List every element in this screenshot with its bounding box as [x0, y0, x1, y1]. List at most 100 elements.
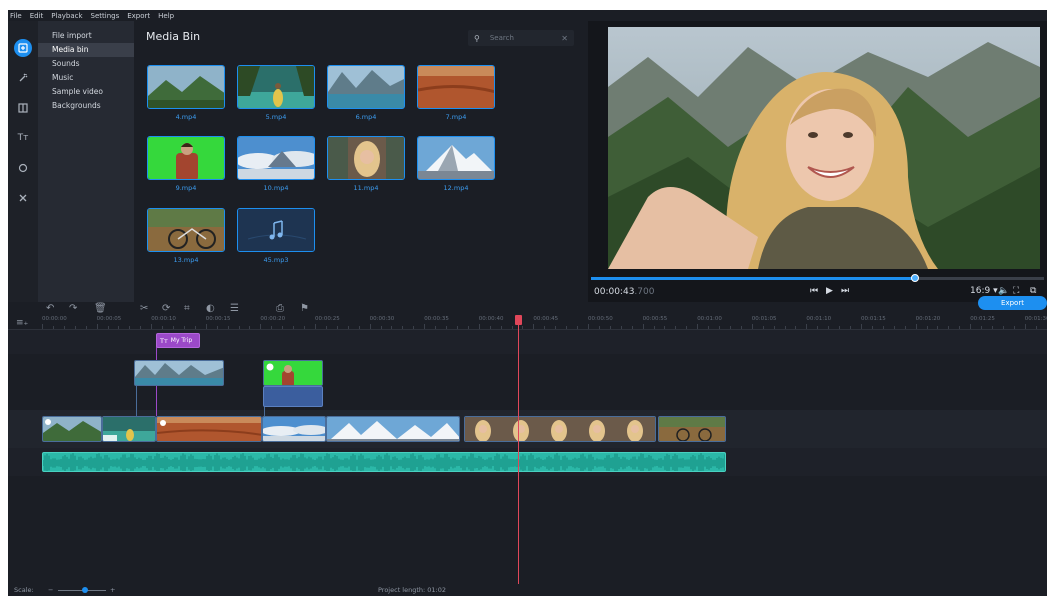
- overlay-clip-9[interactable]: [263, 360, 323, 386]
- tools-icon[interactable]: [14, 189, 32, 207]
- ruler-tick-label: 00:00:50: [588, 316, 613, 322]
- category-media-bin[interactable]: Media bin: [38, 43, 134, 57]
- main-clip-7[interactable]: [156, 416, 262, 442]
- ruler-tick: [970, 324, 972, 329]
- ruler-tick-label: 00:01:00: [697, 316, 722, 322]
- record-icon[interactable]: ⎙: [276, 303, 284, 314]
- undo-icon[interactable]: ↶: [46, 303, 54, 314]
- main-clip-13[interactable]: [658, 416, 726, 442]
- clip-properties-icon[interactable]: ☰: [230, 303, 239, 314]
- main-clip-12[interactable]: [326, 416, 460, 442]
- delete-icon[interactable]: 🗑: [94, 303, 107, 314]
- scale-slider-knob[interactable]: [82, 587, 88, 593]
- media-thumb-6[interactable]: [327, 65, 405, 109]
- prev-frame-icon[interactable]: ⏮: [810, 286, 818, 296]
- ruler-tick-label: 00:00:45: [533, 316, 559, 322]
- media-thumb-13[interactable]: [147, 208, 225, 252]
- ruler-tick: [151, 324, 153, 329]
- next-frame-icon[interactable]: ⏭: [841, 286, 849, 296]
- category-file-import[interactable]: File import: [38, 29, 134, 43]
- menu-playback[interactable]: Playback: [51, 12, 82, 20]
- status-bar: Scale: − + Project length: 01:02: [8, 584, 1047, 596]
- ruler-tick: [795, 326, 797, 329]
- ruler-tick: [893, 326, 895, 329]
- ruler-tick: [751, 324, 753, 329]
- volume-icon[interactable]: 🔈: [998, 286, 1009, 296]
- menu-edit[interactable]: Edit: [30, 12, 44, 20]
- ruler-tick-label: 00:00:10: [151, 316, 176, 322]
- ruler-tick: [205, 324, 207, 329]
- main-clip-5[interactable]: [102, 416, 156, 442]
- media-thumb-4[interactable]: [147, 65, 225, 109]
- ruler-tick: [762, 326, 764, 329]
- menu-help[interactable]: Help: [158, 12, 174, 20]
- category-music[interactable]: Music: [38, 71, 134, 85]
- fullscreen-icon[interactable]: ⛶: [1013, 286, 1019, 296]
- category-sample-video[interactable]: Sample video: [38, 85, 134, 99]
- media-thumb-5[interactable]: [237, 65, 315, 109]
- media-thumb-7[interactable]: [417, 65, 495, 109]
- title-clip[interactable]: Tт My Trip: [156, 333, 200, 348]
- seek-bar[interactable]: [591, 274, 1044, 282]
- overlay-clip-6[interactable]: [134, 360, 224, 386]
- menu-file[interactable]: File: [10, 12, 22, 20]
- ruler-tick-label: 00:00:30: [369, 316, 395, 322]
- play-icon[interactable]: ▶: [826, 286, 833, 296]
- redo-icon[interactable]: ↷: [69, 303, 77, 314]
- media-bin-title: Media Bin: [146, 30, 201, 43]
- menu-bar: File Edit Playback Settings Export Help: [8, 10, 1047, 21]
- ruler-tick: [959, 326, 961, 329]
- media-thumb-45-audio[interactable]: [237, 208, 315, 252]
- clear-search-icon[interactable]: ✕: [561, 34, 568, 43]
- ruler-tick: [347, 326, 349, 329]
- main-clip-4[interactable]: [42, 416, 102, 442]
- cut-icon[interactable]: ✂: [140, 303, 148, 314]
- preview-video[interactable]: [608, 27, 1040, 269]
- main-clip-10[interactable]: [262, 416, 326, 442]
- rotate-icon[interactable]: ⟳: [162, 303, 170, 314]
- crop-icon[interactable]: ⌗: [184, 303, 190, 314]
- media-label: 7.mp4: [445, 113, 467, 121]
- color-adjust-icon[interactable]: ◐: [206, 303, 215, 314]
- tool-rail: Tт: [8, 21, 38, 302]
- ruler-tick: [85, 326, 87, 329]
- category-list: File import Media bin Sounds Music Sampl…: [38, 21, 134, 302]
- filters-icon[interactable]: [14, 159, 32, 177]
- transition-icon[interactable]: [14, 99, 32, 117]
- main-clip-11[interactable]: [464, 416, 656, 442]
- ruler-tick: [1024, 324, 1026, 329]
- search-input[interactable]: ⚲ Search ✕: [468, 30, 574, 46]
- text-icon[interactable]: Tт: [14, 129, 32, 147]
- media-thumb-9[interactable]: [147, 136, 225, 180]
- zoom-in-icon[interactable]: +: [110, 586, 115, 594]
- media-thumb-10[interactable]: [237, 136, 315, 180]
- media-label: 11.mp4: [353, 184, 379, 192]
- menu-settings[interactable]: Settings: [91, 12, 120, 20]
- marker-icon[interactable]: ⚑: [300, 303, 309, 314]
- detach-icon[interactable]: ⧉: [1030, 286, 1036, 296]
- ruler-tick: [828, 326, 830, 329]
- import-icon[interactable]: [14, 39, 32, 57]
- export-button[interactable]: Export: [978, 296, 1047, 310]
- overlay-clip-extension[interactable]: [263, 386, 323, 407]
- ruler-tick: [42, 324, 43, 329]
- ruler-tick: [293, 326, 295, 329]
- magic-wand-icon[interactable]: [14, 69, 32, 87]
- zoom-out-icon[interactable]: −: [48, 586, 53, 594]
- add-track-icon[interactable]: ≡₊: [16, 318, 28, 328]
- timeline-toolbar: ↶ ↷ 🗑 ✂ ⟳ ⌗ ◐ ☰ ⎙ ⚑: [8, 302, 1047, 316]
- ruler-tick: [402, 326, 404, 329]
- category-sounds[interactable]: Sounds: [38, 57, 134, 71]
- media-thumb-11[interactable]: [327, 136, 405, 180]
- media-label: 5.mp4: [265, 113, 287, 121]
- ruler-tick: [992, 326, 993, 329]
- timeline-ruler[interactable]: ≡₊ 00:00:00 00:00:05 00:00:10 00:00:15 00:00…: [8, 316, 1047, 330]
- seek-handle[interactable]: [910, 274, 919, 282]
- menu-export[interactable]: Export: [127, 12, 150, 20]
- audio-clip-45[interactable]: [42, 452, 726, 472]
- playhead-handle[interactable]: [515, 315, 522, 325]
- media-thumb-12[interactable]: [417, 136, 495, 180]
- category-backgrounds[interactable]: Backgrounds: [38, 99, 134, 113]
- aspect-ratio-select[interactable]: 16:9 ▾: [970, 286, 998, 296]
- ruler-tick-label: 00:00:40: [478, 316, 504, 322]
